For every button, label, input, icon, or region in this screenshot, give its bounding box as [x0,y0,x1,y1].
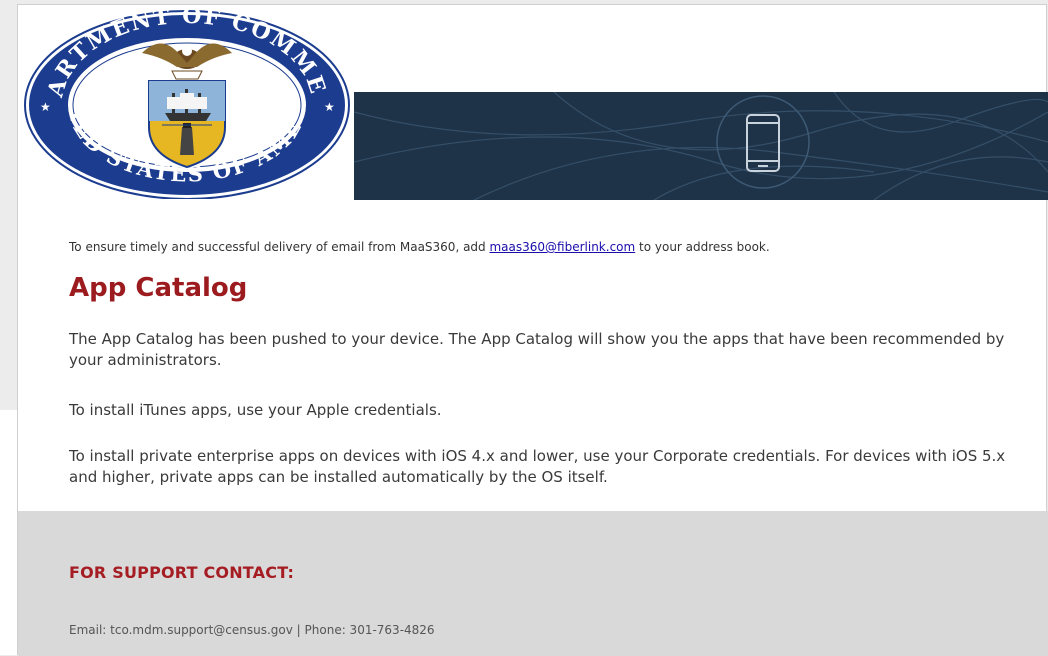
department-of-commerce-seal-icon: DEPARTMENT OF COMMERCE UNITED STATES OF … [11,0,352,200]
header-banner [354,92,1048,200]
support-contact-line: Email: tco.mdm.support@census.gov | Phon… [69,623,435,637]
smartphone-icon [746,114,780,172]
body-paragraph-3: To install private enterprise apps on de… [69,447,1006,486]
body-paragraph-1: The App Catalog has been pushed to your … [69,330,1005,369]
whitelist-email-link[interactable]: maas360@fiberlink.com [489,240,635,254]
svg-text:★: ★ [324,100,335,114]
svg-text:★: ★ [40,100,51,114]
email-body: DEPARTMENT OF COMMERCE UNITED STATES OF … [11,0,1048,656]
left-gutter [0,0,17,410]
support-heading: FOR SUPPORT CONTACT: [69,563,295,582]
page-title: App Catalog [69,273,248,303]
delivery-notice: To ensure timely and successful delivery… [69,240,770,254]
notice-prefix: To ensure timely and successful delivery… [69,240,490,254]
support-footer: FOR SUPPORT CONTACT: Email: tco.mdm.supp… [18,511,1048,656]
notice-suffix: to your address book. [635,240,770,254]
body-paragraph-2: To install iTunes apps, use your Apple c… [69,401,442,419]
left-gutter-lower [0,410,17,655]
